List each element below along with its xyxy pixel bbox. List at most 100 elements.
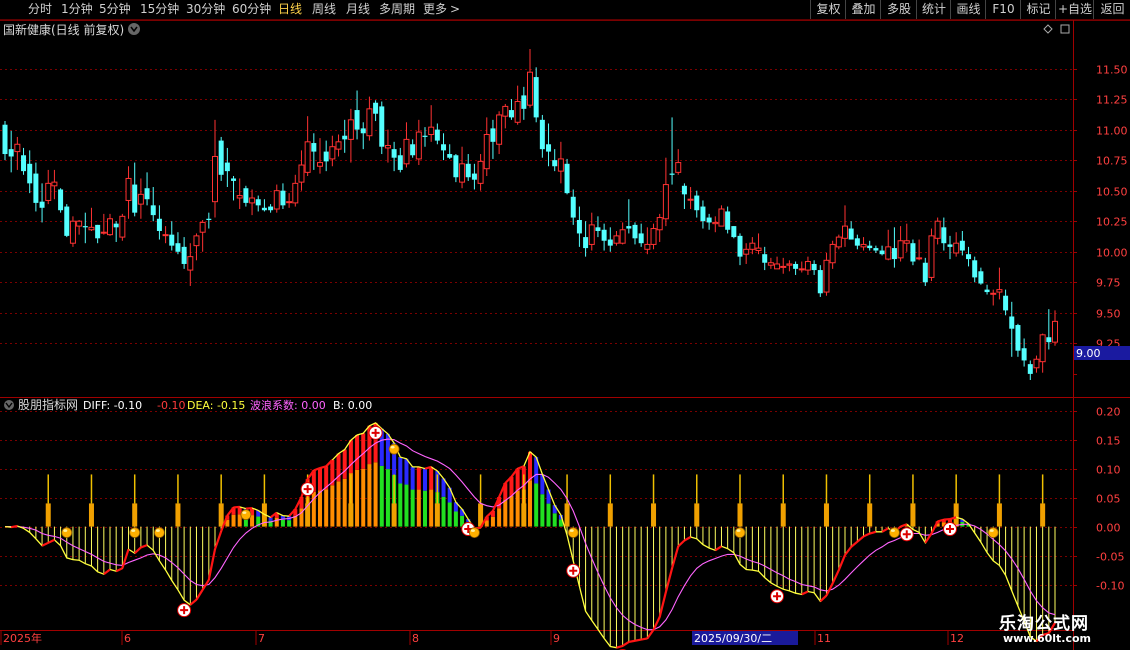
hist-bar-base [441, 496, 446, 527]
candle-body [51, 181, 58, 187]
candle [354, 90, 360, 140]
candle [181, 237, 187, 269]
wave-spike-body [910, 503, 916, 527]
candle [959, 230, 965, 256]
candle [910, 239, 916, 266]
candle [626, 199, 632, 234]
candle [1009, 301, 1015, 357]
diff-rising-seg [943, 517, 951, 521]
candle [150, 187, 156, 222]
candle-body [780, 265, 787, 268]
candle-body [162, 234, 169, 237]
candle [595, 216, 601, 238]
candle-body [45, 182, 52, 201]
wave-spike-body [823, 503, 829, 527]
candle [829, 240, 836, 269]
candle-body [14, 143, 21, 153]
candle [384, 129, 391, 163]
candle-body [687, 198, 694, 201]
candle [465, 154, 471, 181]
candle [557, 141, 564, 184]
hist-bar-base [280, 519, 285, 527]
candle-body [477, 160, 484, 184]
hist-bar-base [324, 489, 329, 527]
gold-coin [889, 527, 900, 538]
indicator-legend [4, 400, 14, 410]
gold-coin [734, 527, 746, 538]
candle-body [64, 206, 70, 236]
candle-body [1046, 337, 1052, 343]
candle-body [650, 228, 657, 245]
hist-bar-base [355, 469, 360, 527]
candle-body [737, 235, 743, 257]
wave-spike-body [45, 503, 51, 527]
candle-body [384, 144, 391, 149]
candle-body [187, 256, 194, 271]
candle-body [218, 140, 224, 175]
hist-bar-top [429, 466, 434, 490]
candle-body [793, 263, 799, 269]
candle [199, 219, 206, 252]
candle [366, 96, 373, 141]
candle [410, 139, 416, 158]
candle [347, 108, 354, 163]
candle [280, 183, 286, 209]
chevron-bg [128, 23, 140, 35]
hist-bar-base [528, 480, 532, 527]
candle-body [243, 188, 249, 203]
candle [662, 157, 669, 227]
candle-body [755, 247, 762, 252]
candle [286, 193, 293, 208]
gold-coin-shine [569, 529, 574, 532]
candle [137, 178, 144, 219]
candle-body [298, 164, 305, 183]
candle-body [8, 149, 14, 157]
hist-bar-base [367, 464, 372, 527]
candle-body [916, 257, 923, 260]
candle-body [564, 163, 570, 194]
candle-body [212, 155, 218, 203]
candle-body [601, 229, 607, 241]
candle [496, 111, 503, 155]
candle [156, 205, 162, 240]
candle-body [873, 248, 879, 251]
candle [360, 122, 366, 150]
buy-signal-icon [177, 603, 192, 618]
candle [514, 85, 521, 125]
candle [675, 149, 682, 175]
candle-body [718, 208, 725, 227]
highlight-date: 2025/09/30/二 [694, 632, 772, 645]
candle [706, 213, 712, 230]
candle-body [144, 188, 150, 200]
candle [51, 169, 58, 200]
candle [335, 134, 342, 157]
wave-spike-body [953, 503, 959, 527]
candle [76, 219, 83, 235]
candle-body [835, 236, 842, 248]
hist-bar-base [416, 489, 421, 527]
candle [21, 147, 27, 175]
candle [317, 138, 323, 174]
diff-rising-seg [640, 637, 648, 641]
buy-signal-icon [566, 563, 581, 578]
gold-coin-icon [154, 527, 165, 538]
candle [533, 67, 539, 123]
indicator-legend-item: 波浪系数: 0.00 [250, 398, 326, 412]
candle-body [879, 250, 885, 255]
diff-rising-seg [133, 546, 142, 555]
gold-coin [469, 527, 480, 538]
candle-body [897, 240, 904, 259]
candle [311, 133, 317, 170]
candle [502, 103, 509, 129]
candle-body [58, 189, 64, 211]
candle [867, 240, 873, 251]
candle [1052, 310, 1058, 346]
candle [934, 217, 941, 245]
candle [58, 188, 64, 213]
candle [33, 162, 39, 212]
hist-bar-top [423, 468, 427, 491]
hist-bar-top [416, 466, 421, 490]
buy-signal-icon [368, 425, 383, 440]
x-axis-label: 11 [817, 632, 831, 645]
candle [570, 189, 576, 225]
